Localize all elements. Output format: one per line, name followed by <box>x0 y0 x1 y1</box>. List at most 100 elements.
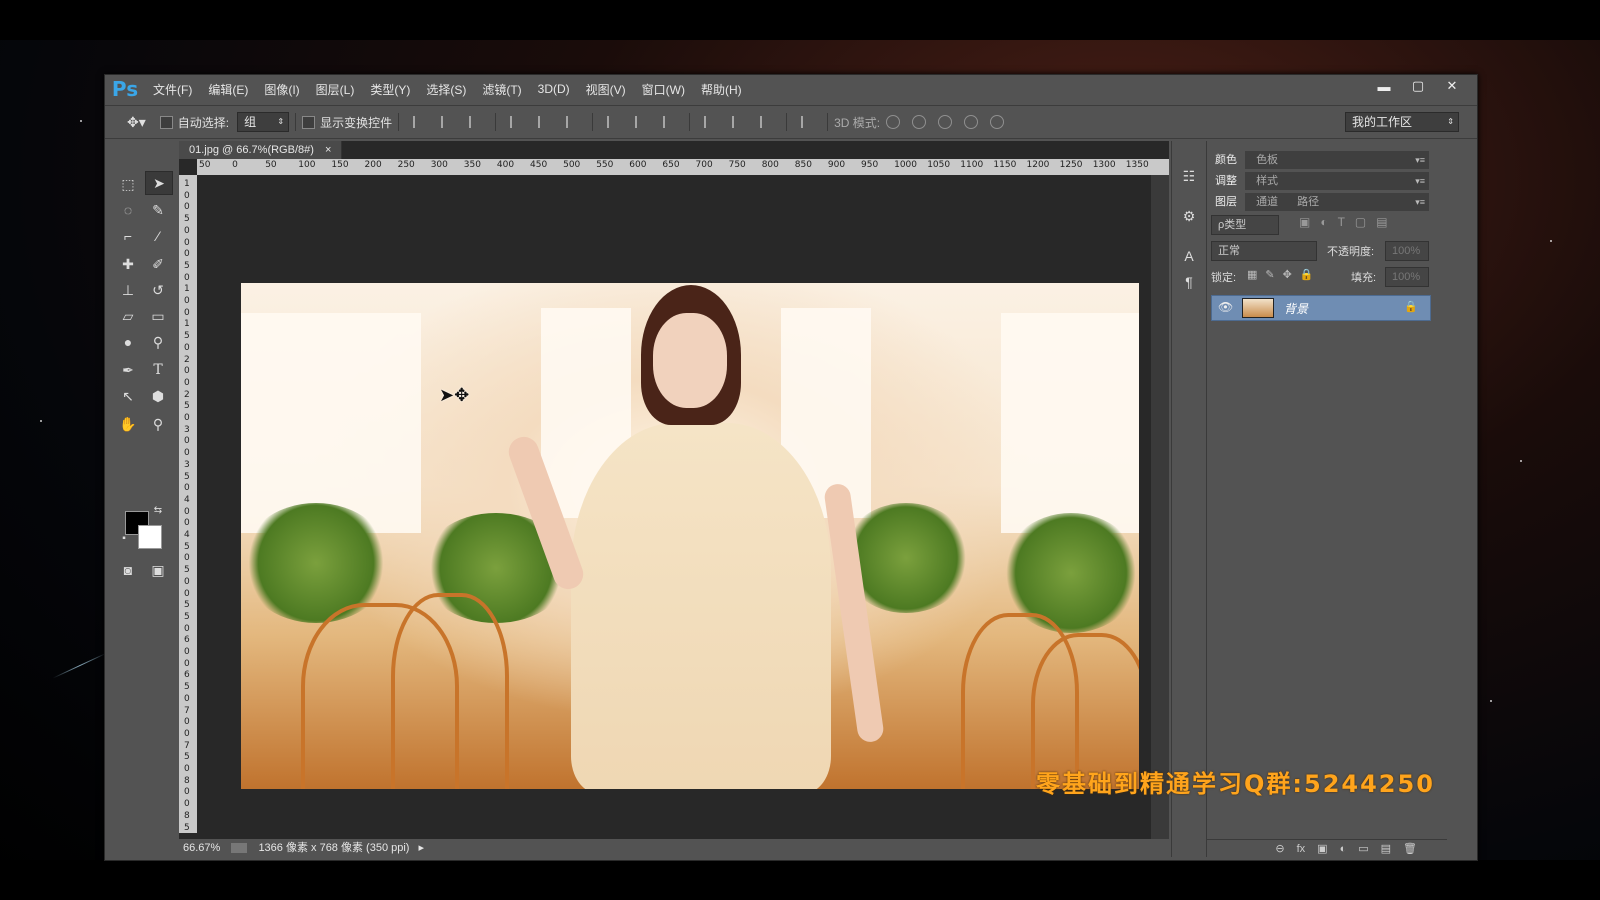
canvas-pasteboard[interactable]: ➤✥ <box>197 175 1151 833</box>
layer-filter-dropdown[interactable]: ρ类型 <box>1211 215 1279 235</box>
crop-tool-icon[interactable]: ⌐ <box>115 225 141 247</box>
gradient-tool-icon[interactable]: ▭ <box>145 305 171 327</box>
tab-paths[interactable]: 路径 <box>1289 193 1327 211</box>
layer-filter-icons[interactable]: ▣◐T▢▤ <box>1299 215 1398 229</box>
distribute-vcenter-icon[interactable] <box>635 116 647 128</box>
scale-3d-icon[interactable] <box>990 115 1005 129</box>
workspace-dropdown[interactable]: 我的工作区 ⇕ <box>1345 112 1459 132</box>
swap-colors-icon[interactable]: ⇆ <box>151 503 165 517</box>
healing-brush-icon[interactable]: ✚ <box>115 253 141 275</box>
distribute-left-icon[interactable] <box>704 116 716 128</box>
new-group-icon[interactable]: ▭ <box>1358 842 1368 855</box>
zoom-tool-icon[interactable]: ⚲ <box>145 413 171 435</box>
menu-select[interactable]: 选择(S) <box>418 81 474 98</box>
layer-name[interactable]: 背景 <box>1284 300 1308 317</box>
menu-type[interactable]: 类型(Y) <box>362 81 418 98</box>
screen-mode-icon[interactable]: ▣ <box>145 559 171 581</box>
stamp-tool-icon[interactable]: ⊥ <box>115 279 141 301</box>
menu-help[interactable]: 帮助(H) <box>693 81 750 98</box>
marquee-tool-icon[interactable]: ⬚ <box>115 173 141 195</box>
link-layers-icon[interactable]: ⊖ <box>1275 842 1284 855</box>
slide-3d-icon[interactable] <box>964 115 979 129</box>
status-menu-arrow-icon[interactable]: ▸ <box>419 842 425 854</box>
fx-icon[interactable]: fx <box>1297 843 1306 855</box>
rotate-3d-icon[interactable] <box>886 115 901 129</box>
eyedropper-tool-icon[interactable]: ⁄ <box>145 225 171 247</box>
move-tool-icon[interactable]: ➤ <box>145 171 173 195</box>
distribute-top-icon[interactable] <box>607 116 619 128</box>
distribute-hcenter-icon[interactable] <box>732 116 744 128</box>
dodge-tool-icon[interactable]: ⚲ <box>145 331 171 353</box>
properties-panel-icon[interactable]: ⚙ <box>1180 207 1198 225</box>
distribute-bottom-icon[interactable] <box>663 116 675 128</box>
adjustment-layer-icon[interactable]: ◐ <box>1340 843 1347 855</box>
align-left-icon[interactable] <box>510 116 522 128</box>
align-hcenter-icon[interactable] <box>538 116 550 128</box>
menu-edit[interactable]: 编辑(E) <box>200 81 256 98</box>
vertical-scrollbar[interactable] <box>1151 175 1169 839</box>
paragraph-panel-icon[interactable]: ¶ <box>1180 273 1198 291</box>
align-top-icon[interactable] <box>413 116 425 128</box>
lasso-tool-icon[interactable]: ◌ <box>115 199 141 221</box>
close-tab-icon[interactable]: × <box>325 144 331 156</box>
roll-3d-icon[interactable] <box>912 115 927 129</box>
layer-row-background[interactable]: 👁 背景 🔒 <box>1211 295 1431 321</box>
history-brush-icon[interactable]: ↺ <box>145 279 171 301</box>
tab-color[interactable]: 颜色 <box>1207 151 1245 169</box>
align-vcenter-icon[interactable] <box>441 116 453 128</box>
auto-align-icon[interactable] <box>801 116 813 128</box>
auto-select-dropdown[interactable]: 组 ⇕ <box>237 112 290 132</box>
menu-window[interactable]: 窗口(W) <box>634 81 693 98</box>
align-right-icon[interactable] <box>566 116 578 128</box>
character-panel-icon[interactable]: A <box>1180 247 1198 265</box>
delete-layer-icon[interactable]: 🗑 <box>1403 842 1417 855</box>
fill-field[interactable]: 100% <box>1385 267 1429 287</box>
close-button[interactable]: ✕ <box>1435 75 1469 97</box>
ruler-tick-label: 5 <box>184 471 190 482</box>
auto-select-checkbox[interactable] <box>159 115 173 129</box>
blur-tool-icon[interactable]: ● <box>115 331 141 353</box>
shape-tool-icon[interactable]: ⬢ <box>145 385 171 407</box>
tab-styles[interactable]: 样式 <box>1248 172 1286 190</box>
minimize-button[interactable]: ▬ <box>1367 75 1401 97</box>
quick-select-tool-icon[interactable]: ✎ <box>145 199 171 221</box>
menu-3d[interactable]: 3D(D) <box>530 82 578 96</box>
opacity-field[interactable]: 100% <box>1385 241 1429 261</box>
move-tool-preset-icon[interactable]: ✥▾ <box>127 114 146 131</box>
pen-tool-icon[interactable]: ✒ <box>115 359 141 381</box>
tab-swatches[interactable]: 色板 <box>1248 151 1286 169</box>
eraser-tool-icon[interactable]: ▱ <box>115 305 141 327</box>
tab-adjustments[interactable]: 调整 <box>1207 172 1245 190</box>
hand-tool-icon[interactable]: ✋ <box>115 413 141 435</box>
background-color-swatch[interactable] <box>138 525 162 549</box>
history-panel-icon[interactable]: ☷ <box>1180 167 1198 185</box>
new-layer-icon[interactable]: ▤ <box>1381 842 1391 855</box>
type-tool-icon[interactable]: T <box>145 359 171 381</box>
add-mask-icon[interactable]: ▣ <box>1317 842 1327 855</box>
panel-menu-icon[interactable]: ▾≡ <box>1415 151 1425 169</box>
menu-image[interactable]: 图像(I) <box>256 81 307 98</box>
brush-tool-icon[interactable]: ✐ <box>145 253 171 275</box>
eye-visibility-icon[interactable]: 👁 <box>1218 300 1233 314</box>
drag-3d-icon[interactable] <box>938 115 953 129</box>
show-transform-checkbox[interactable] <box>302 115 316 129</box>
distribute-right-icon[interactable] <box>760 116 772 128</box>
menu-file[interactable]: 文件(F) <box>145 81 200 98</box>
tab-channels[interactable]: 通道 <box>1248 193 1286 211</box>
default-colors-icon[interactable]: ▪ <box>117 531 131 545</box>
align-bottom-icon[interactable] <box>469 116 481 128</box>
maximize-button[interactable]: ▢ <box>1401 75 1435 97</box>
menu-filter[interactable]: 滤镜(T) <box>474 81 529 98</box>
document-tab[interactable]: 01.jpg @ 66.7%(RGB/8#) × <box>179 141 343 159</box>
path-select-tool-icon[interactable]: ↖ <box>115 385 141 407</box>
menu-layer[interactable]: 图层(L) <box>308 81 363 98</box>
panel-menu-icon[interactable]: ▾≡ <box>1415 172 1425 190</box>
zoom-level[interactable]: 66.67% <box>183 842 220 854</box>
lock-icons[interactable]: ▦✎✥🔒 <box>1247 268 1322 281</box>
document-photo[interactable] <box>241 283 1139 789</box>
quick-mask-icon[interactable]: ◙ <box>115 559 141 581</box>
panel-menu-icon[interactable]: ▾≡ <box>1415 193 1425 211</box>
tab-layers[interactable]: 图层 <box>1207 193 1245 211</box>
blend-mode-dropdown[interactable]: 正常 <box>1211 241 1317 261</box>
menu-view[interactable]: 视图(V) <box>578 81 634 98</box>
